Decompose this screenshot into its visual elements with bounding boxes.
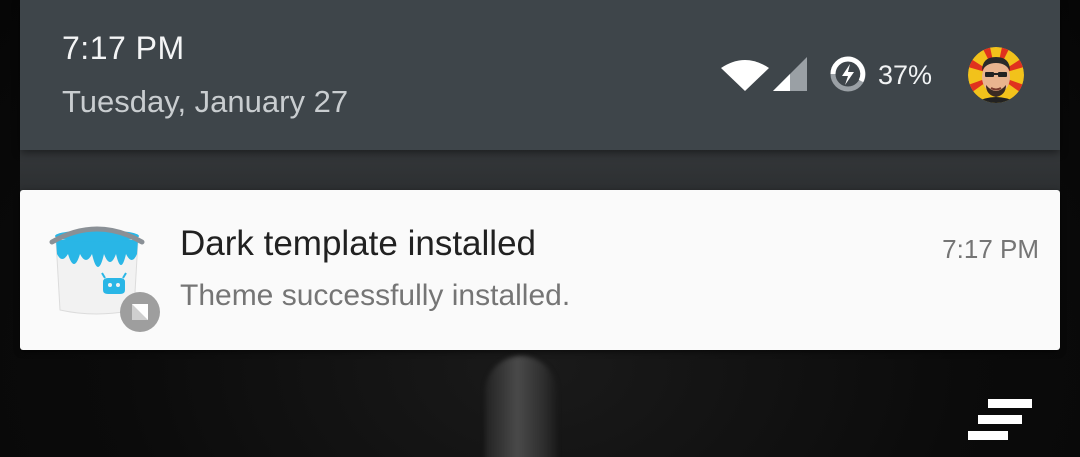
date[interactable]: Tuesday, January 27 [62, 84, 348, 120]
battery-percent: 37% [878, 60, 933, 90]
theme-paint-bucket-icon [49, 226, 160, 332]
notification-shade: 7:17 PM Tuesday, January 27 37% Dark tem… [0, 0, 1080, 457]
notification-time: 7:17 PM [942, 234, 1039, 264]
user-avatar[interactable] [968, 47, 1024, 103]
watermark-logo-icon [968, 399, 1032, 440]
cell-signal-icon [773, 57, 807, 91]
wifi-icon [721, 60, 769, 91]
notification-text: Theme successfully installed. [180, 279, 571, 312]
finger-blur [485, 356, 557, 457]
quick-settings-header[interactable]: 7:17 PM Tuesday, January 27 37% [20, 0, 1060, 150]
notification-title: Dark template installed [180, 224, 536, 263]
status-icons: 37% [720, 44, 1060, 106]
notification-card[interactable]: Dark template installed Theme successful… [20, 190, 1060, 350]
avatar-icon [968, 47, 1024, 103]
clock: 7:17 PM [62, 30, 185, 66]
battery-charging-icon [830, 56, 866, 92]
